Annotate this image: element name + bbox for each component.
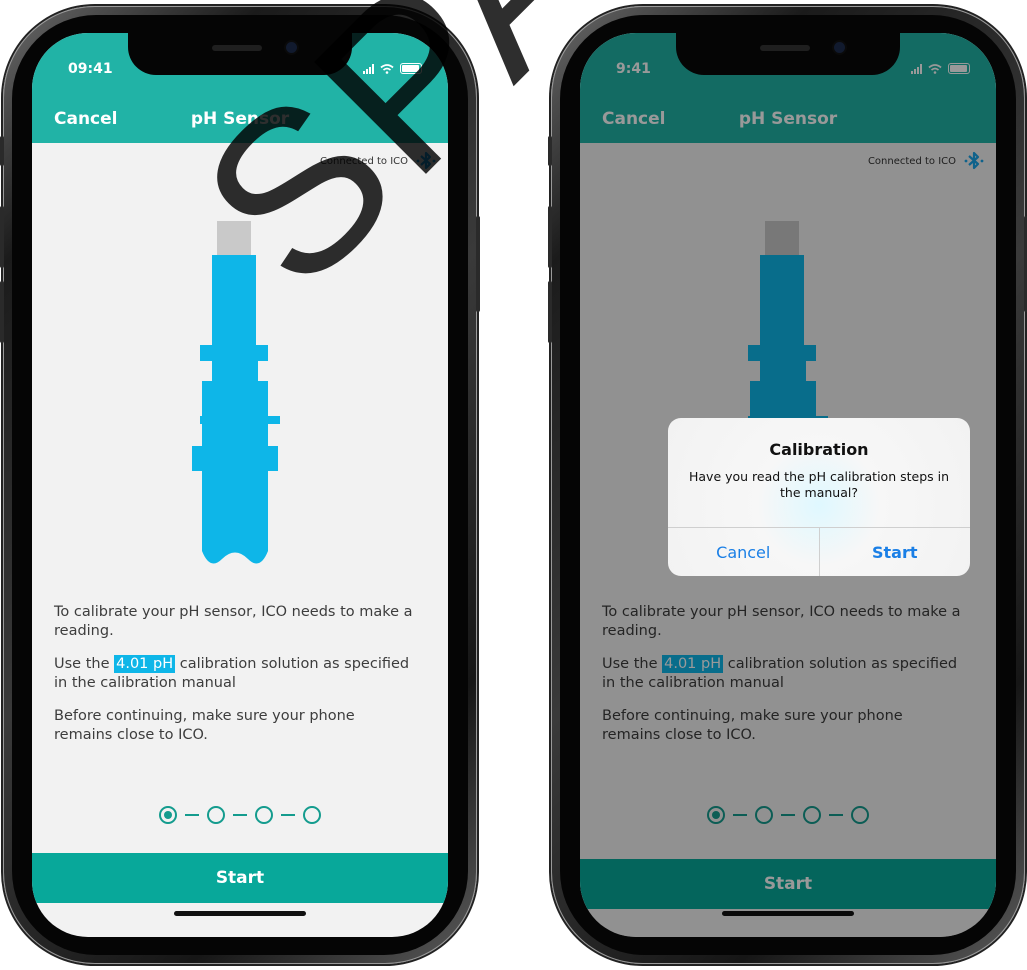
calibration-alert: Calibration Have you read the pH calibra… xyxy=(668,418,970,576)
instruction-reading: To calibrate your pH sensor, ICO needs t… xyxy=(54,604,413,639)
step-4 xyxy=(303,806,321,824)
alert-cancel-button[interactable]: Cancel xyxy=(668,528,819,576)
instruction-solution-prefix: Use the xyxy=(54,656,110,672)
sensor-illustration xyxy=(192,221,280,564)
battery-icon xyxy=(400,63,422,74)
instruction-solution: Use the 4.01 pH calibration solution as … xyxy=(54,655,414,693)
alert-start-button[interactable]: Start xyxy=(818,528,971,576)
step-indicator xyxy=(32,806,448,824)
start-button[interactable]: Start xyxy=(32,853,448,903)
instruction-proximity: Before continuing, make sure your phone … xyxy=(54,708,355,743)
home-indicator[interactable] xyxy=(174,911,306,916)
signal-icon xyxy=(363,63,374,74)
step-1 xyxy=(159,806,177,824)
alert-actions: Cancel Start xyxy=(668,527,970,576)
alert-message: Have you read the pH calibration steps i… xyxy=(688,469,950,500)
notch xyxy=(676,33,900,75)
ph-highlight: 4.01 pH xyxy=(114,655,176,673)
page-title: pH Sensor xyxy=(190,109,290,129)
status-icons xyxy=(363,63,422,74)
status-time: 09:41 xyxy=(68,61,113,77)
screen-right: 9:41 Cancel pH Sensor Connected to ICO T… xyxy=(580,33,996,937)
step-3 xyxy=(255,806,273,824)
alert-title: Calibration xyxy=(769,440,869,459)
instructions: To calibrate your pH sensor, ICO needs t… xyxy=(54,603,414,759)
notch xyxy=(128,33,352,75)
main-content: To calibrate your pH sensor, ICO needs t… xyxy=(32,143,448,853)
screen-left: 09:41 Cancel pH Sensor Connected to ICO xyxy=(32,33,448,937)
phone-frame-left: 09:41 Cancel pH Sensor Connected to ICO xyxy=(0,6,480,964)
step-2 xyxy=(207,806,225,824)
phone-frame-right: 9:41 Cancel pH Sensor Connected to ICO T… xyxy=(548,6,1027,964)
wifi-icon xyxy=(380,63,394,74)
